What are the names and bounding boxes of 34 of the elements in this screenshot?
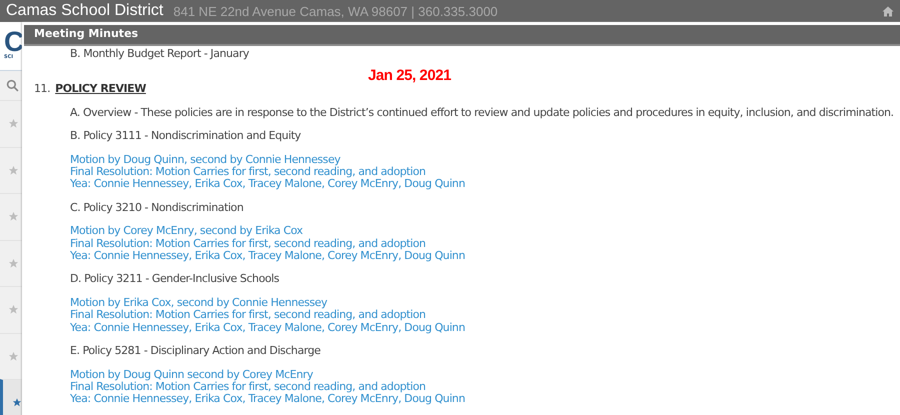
site-address: 841 NE 22nd Avenue Camas, WA 98607 | 360.335.3000 xyxy=(173,4,498,18)
star-icon[interactable] xyxy=(8,211,19,222)
search-icon[interactable] xyxy=(6,79,19,92)
agenda-item: E. Policy 5281 - Disciplinary Action and Discharge xyxy=(70,344,320,358)
motion-line: Yea: Connie Hennessey, Erika Cox, Tracey Malone, Corey McEnry, Doug Quinn xyxy=(70,178,465,191)
motion-line: Motion by Corey McEnry, second by Erika Cox xyxy=(70,225,303,238)
star-icon[interactable] xyxy=(8,350,19,362)
motion-line: Final Resolution: Motion Carries for first, second reading, and adoption xyxy=(70,166,426,178)
section-title: POLICY REVIEW xyxy=(55,83,146,96)
agenda-item: B. Monthly Budget Report - January xyxy=(70,47,249,60)
star-icon[interactable] xyxy=(8,258,19,269)
motion-line: Yea: Connie Hennessey, Erika Cox, Tracey Malone, Corey McEnry, Doug Quinn xyxy=(70,250,465,262)
motion-line: Motion by Erika Cox, second by Connie Hennessey xyxy=(70,296,328,310)
agenda-item: D. Policy 3211 - Gender-Inclusive Schools xyxy=(70,272,280,286)
agenda-item: C. Policy 3210 - Nondiscrimination xyxy=(70,200,244,214)
motion-line: Final Resolution: Motion Carries for first, second reading, and adoption xyxy=(70,309,426,322)
agenda-item: B. Policy 3111 - Nondiscrimination and Equity xyxy=(70,129,301,142)
agenda-item: A. Overview - These policies are in response to the District’s continued effort to review and update policies and procedures in equity, inclusion, and discrimination. xyxy=(70,106,894,119)
star-icon[interactable] xyxy=(8,118,19,130)
star-icon[interactable] xyxy=(8,304,19,316)
motion-line: Yea: Connie Hennessey, Erika Cox, Tracey Malone, Corey McEnry, Doug Quinn xyxy=(70,322,465,334)
home-icon[interactable] xyxy=(882,6,894,16)
logo-letter: C xyxy=(4,30,22,54)
star-icon[interactable] xyxy=(8,164,19,176)
star-icon[interactable] xyxy=(12,397,22,408)
motion-line: Motion by Doug Quinn second by Corey McEnry xyxy=(70,368,313,381)
motion-line: Yea: Connie Hennessey, Erika Cox, Tracey Malone, Corey McEnry, Doug Quinn xyxy=(70,393,465,406)
meeting-date: Jan 25, 2021 xyxy=(368,70,452,82)
dialog-title: Meeting Minutes xyxy=(34,26,138,42)
motion-line: Final Resolution: Motion Carries for first, second reading, and adoption xyxy=(70,238,426,250)
motion-line: Final Resolution: Motion Carries for first, second reading, and adoption xyxy=(70,380,426,394)
section-number: 11. xyxy=(34,83,50,96)
motion-line: Motion by Doug Quinn, second by Connie Hennessey xyxy=(70,154,340,166)
site-title: Camas School District xyxy=(6,3,164,19)
